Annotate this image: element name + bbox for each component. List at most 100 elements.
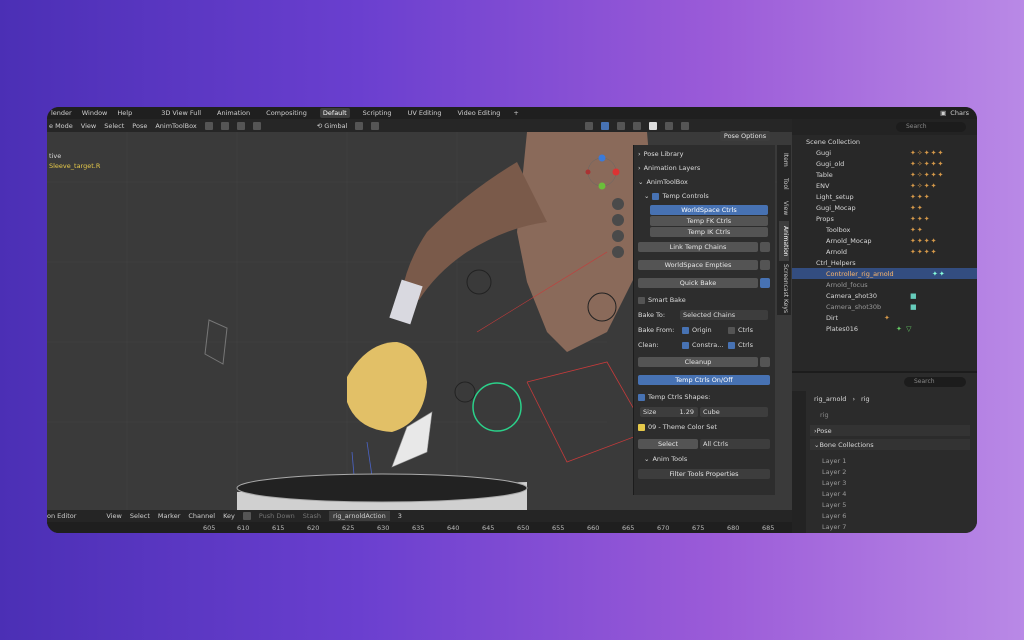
outliner-row[interactable]: Camera_shot30 ■ — [792, 290, 977, 301]
size-field[interactable]: Size 1.29 — [640, 407, 698, 417]
panel-animtoolbox[interactable]: ⌄ AnimToolBox — [638, 177, 771, 187]
toolbox-icon-4[interactable] — [252, 121, 261, 130]
menu-app[interactable]: lender — [51, 109, 72, 117]
menu-pose[interactable]: Pose — [132, 122, 147, 130]
outliner-row[interactable]: Camera_shot30b ■ — [792, 301, 977, 312]
outliner-row[interactable]: Dirt ✦ — [792, 312, 977, 323]
menu-marker[interactable]: Marker — [158, 512, 180, 520]
outliner-row[interactable]: Arnold ✦✦✦✦ — [792, 246, 977, 257]
outliner-row[interactable]: Plates016 ✦ ▽ — [792, 323, 977, 334]
properties-tabs[interactable] — [792, 391, 806, 533]
menu-help[interactable]: Help — [117, 109, 132, 117]
outliner-row[interactable]: Arnold_focus — [792, 279, 977, 290]
tab-animation[interactable]: Animation — [779, 221, 789, 261]
workspace-tab-default[interactable]: Default — [319, 108, 350, 118]
smart-bake-checkbox[interactable]: Smart Bake — [638, 295, 771, 305]
add-workspace-button[interactable]: + — [513, 109, 518, 117]
bone-layer[interactable]: Layer 7 — [822, 523, 846, 531]
cleanup-icon[interactable] — [760, 357, 770, 367]
quick-bake-button[interactable]: Quick Bake — [638, 278, 758, 288]
shading-wire-icon[interactable] — [633, 121, 642, 130]
outliner-row[interactable]: Arnold_Mocap ✦✦✦✦ — [792, 235, 977, 246]
workspace-tab-3dviewfull[interactable]: 3D View Full — [158, 108, 204, 118]
panel-pose[interactable]: › Pose — [810, 425, 970, 436]
outliner-row[interactable]: Scene Collection — [792, 136, 977, 147]
action-datablock[interactable]: rig_arnoldAction — [328, 511, 390, 521]
scene-name[interactable]: Chars — [950, 109, 969, 117]
properties-search[interactable]: Search — [904, 377, 966, 387]
bone-layer[interactable]: Layer 4 — [822, 490, 846, 498]
transform-orientation-dropdown[interactable]: ⟲ Gimbal — [317, 122, 348, 130]
worldspace-empties-button[interactable]: WorldSpace Empties — [638, 260, 758, 270]
worldspace-ctrls-button[interactable]: WorldSpace Ctrls — [650, 205, 768, 215]
temp-ctrls-toggle-button[interactable]: Temp Ctrls On/Off — [638, 375, 770, 385]
menu-animtoolbox[interactable]: AnimToolBox — [155, 122, 196, 130]
link-temp-chains-button[interactable]: Link Temp Chains — [638, 242, 758, 252]
snap-icon[interactable] — [355, 121, 364, 130]
temp-ik-ctrls-button[interactable]: Temp IK Ctrls — [650, 227, 768, 237]
origin-checkbox[interactable]: Origin — [682, 325, 712, 335]
menu-view[interactable]: View — [81, 122, 96, 130]
empties-icon[interactable] — [760, 260, 770, 270]
bake-to-dropdown[interactable]: Selected Chains — [680, 310, 768, 320]
stash-button[interactable]: Stash — [303, 512, 321, 520]
data-name-field[interactable]: rig — [810, 409, 970, 420]
outliner-row[interactable]: Gugi_old ✦✧✦✦✦ — [792, 158, 977, 169]
cleanup-button[interactable]: Cleanup — [638, 357, 758, 367]
bone-layer[interactable]: Layer 3 — [822, 479, 846, 487]
menu-view-timeline[interactable]: View — [106, 512, 121, 520]
gizmo-icon[interactable] — [585, 121, 594, 130]
outliner-row[interactable]: ENV ✦✧✦✦ — [792, 180, 977, 191]
shape-dropdown[interactable]: Cube — [700, 407, 768, 417]
overlay-icon[interactable] — [601, 121, 610, 130]
action-users[interactable]: 3 — [398, 512, 402, 520]
outliner-row[interactable]: Ctrl_Helpers — [792, 257, 977, 268]
menu-window[interactable]: Window — [82, 109, 108, 117]
outliner-row[interactable]: Gugi ✦✧✦✦✦ — [792, 147, 977, 158]
workspace-tab-scripting[interactable]: Scripting — [360, 108, 395, 118]
toolbox-icon[interactable] — [204, 121, 213, 130]
select-ctrls-button[interactable]: Select — [638, 439, 698, 449]
bone-layer[interactable]: Layer 2 — [822, 468, 846, 476]
section-anim-tools[interactable]: ⌄ Anim Tools — [644, 454, 771, 464]
shading-render-icon[interactable] — [681, 121, 690, 130]
shading-solid-icon[interactable] — [649, 121, 658, 130]
editor-type-dropdown[interactable]: on Editor — [47, 512, 76, 520]
link-chains-icon[interactable] — [760, 242, 770, 252]
panel-pose-library[interactable]: › Pose Library — [638, 149, 771, 159]
tab-screencast-keys[interactable]: Screencast Keys — [779, 263, 789, 313]
constraints-checkbox[interactable]: Constra... — [682, 340, 723, 350]
proportional-icon[interactable] — [371, 121, 380, 130]
bone-layer[interactable]: Layer 6 — [822, 512, 846, 520]
menu-select-timeline[interactable]: Select — [130, 512, 150, 520]
shading-material-icon[interactable] — [665, 121, 674, 130]
outliner-row[interactable]: Light_setup ✦✦✦ — [792, 191, 977, 202]
outliner-row[interactable]: Table ✦✧✦✦✦ — [792, 169, 977, 180]
push-down-button[interactable]: Push Down — [259, 512, 295, 520]
menu-select[interactable]: Select — [104, 122, 124, 130]
toolbox-icon-2[interactable] — [220, 121, 229, 130]
scene-icon[interactable]: ▣ — [940, 109, 946, 117]
outliner-row[interactable]: Props ✦✦✦ — [792, 213, 977, 224]
outliner-row[interactable]: Gugi_Mocap ✦✦ — [792, 202, 977, 213]
filter-tools-properties-button[interactable]: Filter Tools Properties — [638, 469, 770, 479]
temp-fk-ctrls-button[interactable]: Temp FK Ctrls — [650, 216, 768, 226]
mode-dropdown[interactable]: e Mode — [49, 122, 73, 130]
workspace-tab-uvediting[interactable]: UV Editing — [405, 108, 445, 118]
tab-view[interactable]: View — [779, 197, 789, 219]
mode-icon[interactable] — [242, 512, 251, 520]
panel-bone-collections[interactable]: ⌄ Bone Collections — [810, 439, 970, 450]
outliner-row-selected[interactable]: Controller_rig_arnold ✦✦ — [792, 268, 977, 279]
frame-ruler[interactable]: 605 610 615 620 625 630 635 640 645 650 … — [47, 522, 792, 533]
menu-key[interactable]: Key — [223, 512, 235, 520]
toolbox-icon-3[interactable] — [236, 121, 245, 130]
section-temp-controls[interactable]: ⌄ Temp Controls — [644, 191, 771, 201]
xray-icon[interactable] — [617, 121, 626, 130]
bone-layer[interactable]: Layer 5 — [822, 501, 846, 509]
menu-channel[interactable]: Channel — [188, 512, 215, 520]
all-ctrls-dropdown[interactable]: All Ctrls — [700, 439, 770, 449]
pose-options-dropdown[interactable]: Pose Options — [720, 131, 770, 141]
clean-ctrls-checkbox[interactable]: Ctrls — [728, 340, 753, 350]
outliner-row[interactable]: Toolbox ✦✦ — [792, 224, 977, 235]
color-set-dropdown[interactable]: 09 - Theme Color Set — [638, 422, 771, 432]
